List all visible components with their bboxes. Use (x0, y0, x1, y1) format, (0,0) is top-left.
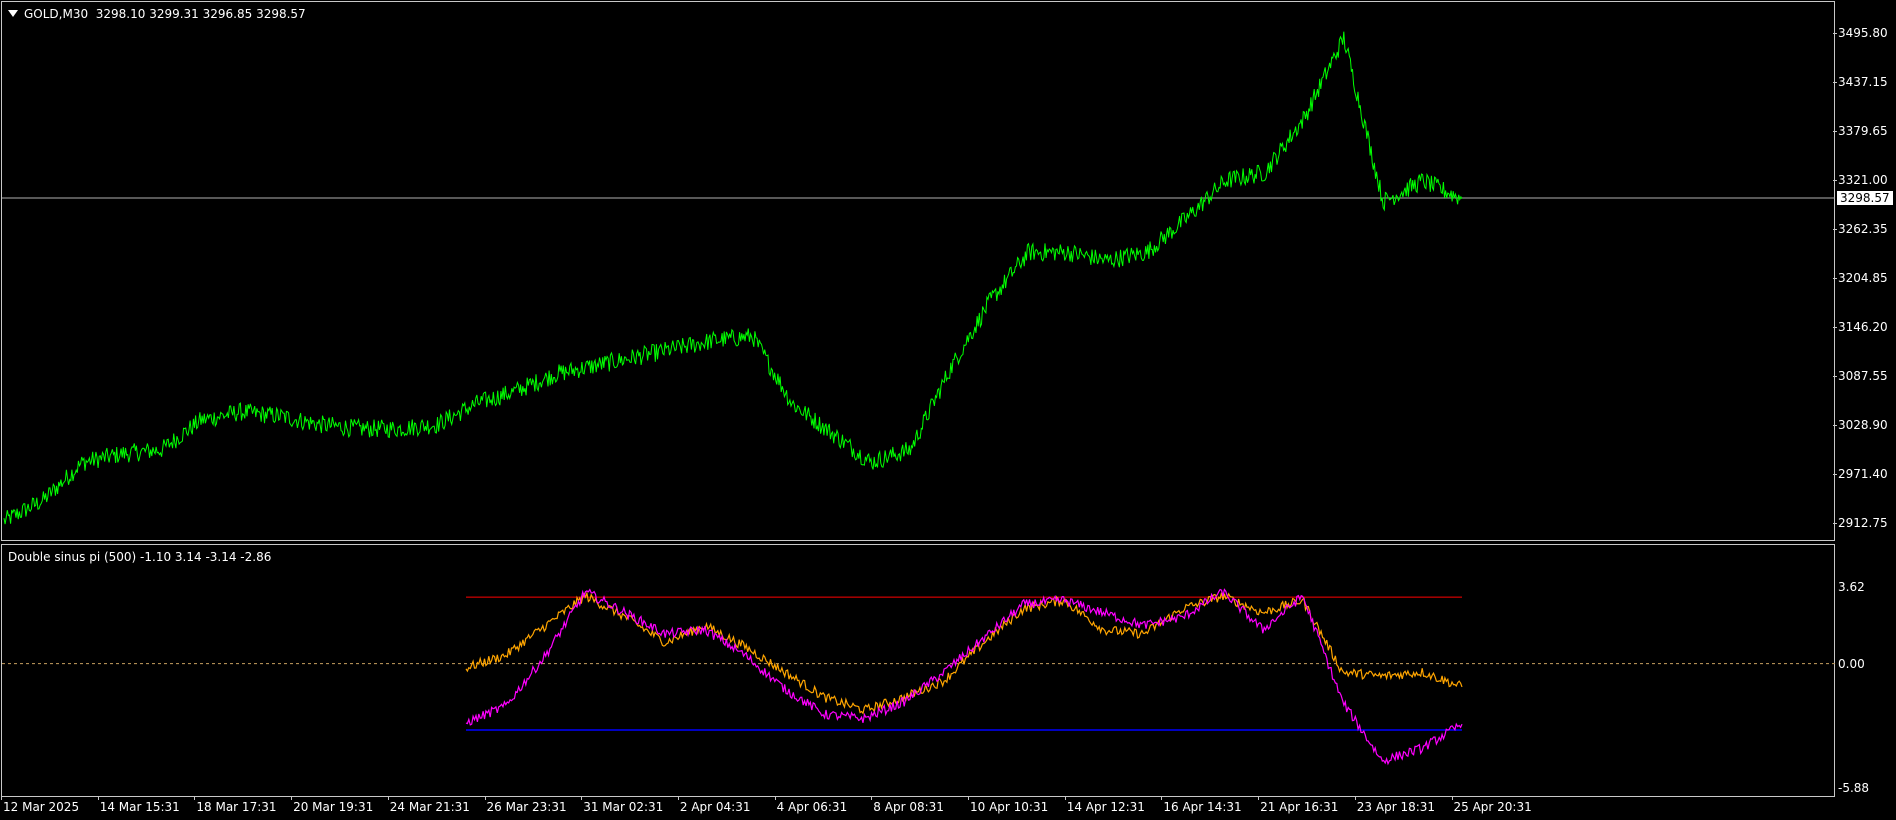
price-axis-tick (1833, 180, 1837, 181)
time-axis-tick (484, 796, 486, 800)
current-price-tag: 3298.57 (1837, 191, 1893, 205)
chart-plot-area (2, 31, 1835, 766)
time-axis-label: 25 Apr 20:31 (1453, 800, 1532, 814)
time-axis-tick (968, 796, 969, 800)
time-axis-tick (194, 796, 196, 800)
price-axis-label: 3028.90 (1838, 418, 1888, 432)
time-axis-label: 12 Mar 2025 (3, 800, 80, 814)
price-axis-label: 2912.75 (1838, 516, 1888, 530)
indicator-axis-label: -5.88 (1838, 781, 1870, 795)
price-axis-tick (1833, 327, 1837, 328)
price-axis-label: 3437.15 (1838, 75, 1888, 89)
indicator-axis-label: 0.00 (1838, 656, 1865, 671)
time-axis-tick (1354, 796, 1356, 800)
price-axis-label: 3262.35 (1838, 222, 1888, 236)
time-axis-tick (291, 796, 293, 800)
price-axis-tick (1833, 425, 1837, 426)
time-axis-label: 10 Apr 10:31 (970, 800, 1049, 814)
time-axis-label: 18 Mar 17:31 (196, 800, 277, 814)
price-axis-tick (1833, 33, 1837, 34)
time-axis-tick (1064, 796, 1066, 800)
price-axis-label: 3204.85 (1838, 271, 1888, 285)
time-axis-tick (677, 796, 679, 800)
price-axis-label: 3379.65 (1838, 124, 1888, 138)
price-axis-label: 3146.20 (1838, 320, 1888, 334)
price-axis-label: 3321.00 (1838, 173, 1888, 187)
time-axis-label: 26 Mar 23:31 (486, 800, 567, 814)
time-axis-label: 16 Apr 14:31 (1163, 800, 1242, 814)
time-axis-label: 20 Mar 19:31 (293, 800, 374, 814)
time-axis-label: 23 Apr 18:31 (1356, 800, 1436, 814)
time-axis-tick (387, 796, 389, 800)
price-axis-tick (1833, 523, 1837, 524)
time-axis-tick (97, 796, 99, 800)
indicator-line-2 (465, 588, 1463, 766)
time-axis-label: 24 Mar 21:31 (389, 800, 470, 814)
time-axis-tick (1451, 796, 1453, 800)
time-axis-label: 2 Apr 04:31 (679, 800, 751, 814)
time-axis-tick (774, 796, 776, 800)
price-axis-tick (1833, 376, 1837, 377)
price-axis-tick (1833, 474, 1837, 475)
price-series-line (3, 31, 1463, 525)
time-axis-tick (1161, 796, 1163, 800)
indicator-axis-label: 3.62 (1838, 580, 1865, 594)
time-axis-label: 14 Apr 12:31 (1066, 800, 1145, 814)
time-axis-tick (1258, 796, 1260, 800)
price-axis-tick (1833, 229, 1837, 230)
price-axis-label: 2971.40 (1838, 467, 1888, 481)
time-axis-tick (581, 796, 583, 800)
time-axis-label: 4 Apr 06:31 (776, 800, 848, 814)
price-axis-tick (1833, 82, 1837, 83)
price-axis-tick (1833, 278, 1837, 279)
time-axis-tick (871, 796, 873, 800)
price-axis: 3495.80 3437.15 3379.65 3321.00 3262.35 3204.… (1833, 0, 1896, 542)
indicator-line-1 (465, 590, 1463, 715)
time-axis-tick (1, 796, 2, 800)
time-axis-label: 21 Apr 16:31 (1260, 800, 1339, 814)
time-axis-label: 31 Mar 02:31 (583, 800, 664, 814)
time-axis-label: 14 Mar 15:31 (99, 800, 180, 814)
indicator-axis: 3.62 0.00 -5.88 (1837, 544, 1896, 797)
price-axis-label: 3087.55 (1838, 369, 1888, 383)
price-axis-label: 3495.80 (1838, 26, 1888, 40)
time-axis-label: 8 Apr 08:31 (873, 800, 944, 814)
price-axis-tick (1833, 131, 1837, 132)
